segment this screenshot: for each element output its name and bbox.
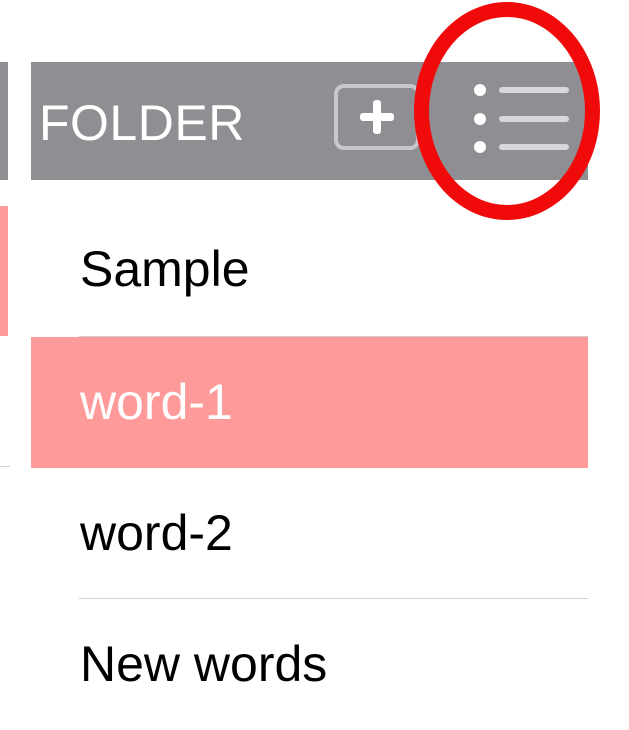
folder-header: FOLDER [31, 62, 588, 180]
adjacent-header-edge [0, 62, 8, 180]
adjacent-divider [0, 466, 10, 467]
folder-row-new-words[interactable]: New words [31, 599, 588, 730]
list-icon [474, 84, 569, 153]
folder-row-word-2[interactable]: word-2 [31, 468, 588, 599]
folder-row-word-1[interactable]: word-1 [31, 337, 588, 468]
folder-label: Sample [80, 241, 250, 297]
folder-panel: FOLDER Sample word-1 word-2 New words [31, 0, 588, 698]
adjacent-panel-edge [0, 0, 10, 698]
folder-row-sample[interactable]: Sample [31, 206, 588, 337]
folder-label: New words [80, 636, 328, 692]
folder-list: Sample word-1 word-2 New words [31, 206, 588, 730]
adjacent-selected-edge [0, 206, 8, 336]
folder-label: word-2 [80, 505, 233, 561]
folder-list-menu-button[interactable] [466, 80, 576, 160]
folder-header-title: FOLDER [39, 95, 245, 151]
folder-label: word-1 [80, 374, 233, 430]
plus-icon [360, 100, 394, 134]
add-folder-button[interactable] [334, 84, 420, 150]
